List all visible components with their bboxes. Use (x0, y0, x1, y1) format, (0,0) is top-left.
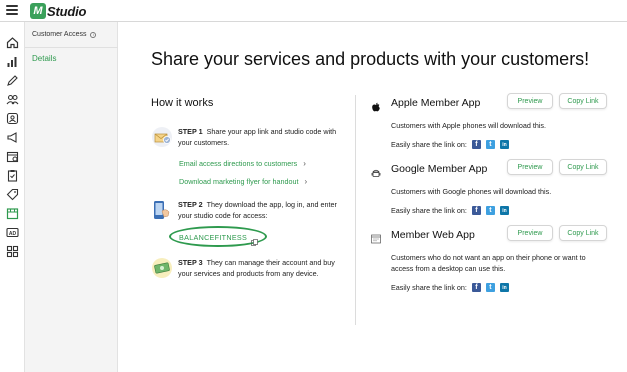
twitter-icon[interactable]: t (485, 140, 495, 149)
web-copy-link-button[interactable]: Copy Link (559, 225, 607, 241)
step-2-label: STEP 2 (178, 200, 203, 209)
step-1-text: STEP 1 Share your app link and studio cod… (178, 126, 346, 148)
logo[interactable]: M Studio (30, 3, 86, 19)
download-flyer-label: Download marketing flyer for handout (179, 177, 299, 186)
email-directions-link[interactable]: Email access directions to customers › (179, 159, 306, 168)
megaphone-icon[interactable] (6, 131, 19, 144)
step-3-text: STEP 3 They can manage their account and … (178, 257, 346, 279)
phone-download-icon (151, 199, 173, 221)
google-app-description: Customers with Google phones will downlo… (391, 187, 552, 196)
copy-code-icon[interactable] (251, 233, 258, 246)
icon-rail: AD (0, 22, 25, 372)
linkedin-icon[interactable]: in (499, 206, 509, 215)
step-3-label: STEP 3 (178, 258, 203, 267)
web-share-row: Easily share the link on: f t in (391, 283, 514, 292)
twitter-icon[interactable]: t (485, 206, 495, 215)
web-app-title: Member Web App (391, 229, 475, 241)
divider (25, 47, 118, 48)
store-icon[interactable] (6, 207, 19, 220)
apple-app-description: Customers with Apple phones will downloa… (391, 121, 547, 130)
logo-text: Studio (47, 3, 87, 19)
share-envelope-icon (151, 126, 173, 148)
ad-icon[interactable]: AD (6, 226, 19, 239)
google-share-row: Easily share the link on: f t in (391, 206, 514, 215)
tag-icon[interactable] (6, 188, 19, 201)
analytics-icon[interactable] (6, 55, 19, 68)
google-app-title: Google Member App (391, 163, 488, 175)
apps-icon[interactable] (6, 245, 19, 258)
email-directions-label: Email access directions to customers (179, 159, 298, 168)
linkedin-icon[interactable]: in (499, 140, 509, 149)
apple-icon (371, 99, 381, 112)
clients-icon[interactable] (6, 93, 19, 106)
subnav-item-details[interactable]: Details (32, 54, 56, 63)
web-app-description: Customers who do not want an app on thei… (391, 253, 586, 273)
google-preview-button[interactable]: Preview (507, 159, 553, 175)
web-preview-button[interactable]: Preview (507, 225, 553, 241)
google-copy-link-button[interactable]: Copy Link (559, 159, 607, 175)
chevron-right-icon: › (303, 159, 306, 168)
how-it-works-heading: How it works (151, 97, 214, 109)
svg-text:AD: AD (9, 231, 17, 237)
main-content: Share your services and products with yo… (118, 22, 627, 372)
page-title: Share your services and products with yo… (151, 49, 590, 69)
apple-preview-button[interactable]: Preview (507, 93, 553, 109)
apple-app-title: Apple Member App (391, 97, 481, 109)
subnav-title: Customer Access i (32, 31, 97, 38)
share-label: Easily share the link on: (391, 206, 467, 215)
chevron-right-icon: › (304, 177, 308, 186)
home-icon[interactable] (6, 36, 19, 49)
apple-share-row: Easily share the link on: f t in (391, 140, 514, 149)
share-label: Easily share the link on: (391, 140, 467, 149)
studio-code: BALANCEFITNESS (179, 233, 248, 242)
money-icon (151, 257, 173, 279)
apple-copy-link-button[interactable]: Copy Link (559, 93, 607, 109)
hamburger-menu-icon[interactable] (6, 5, 18, 16)
sub-sidebar: Customer Access i Details (25, 22, 118, 372)
step-2-text: STEP 2 They download the app, log in, and… (178, 199, 346, 221)
linkedin-icon[interactable]: in (499, 283, 509, 292)
android-icon (371, 165, 381, 177)
logo-mark: M (30, 3, 46, 19)
twitter-icon[interactable]: t (485, 283, 495, 292)
top-bar: M Studio (0, 0, 627, 22)
share-label: Easily share the link on: (391, 283, 467, 292)
facebook-icon[interactable]: f (471, 283, 481, 292)
calendar-icon[interactable] (6, 150, 19, 163)
facebook-icon[interactable]: f (471, 206, 481, 215)
subnav-title-text: Customer Access (32, 31, 87, 38)
info-icon[interactable]: i (90, 31, 97, 38)
clipboard-icon[interactable] (6, 169, 19, 182)
step-1-label: STEP 1 (178, 127, 203, 136)
download-flyer-link[interactable]: Download marketing flyer for handout › (179, 177, 307, 186)
column-divider (355, 95, 356, 325)
browser-icon (371, 231, 381, 244)
pencil-icon[interactable] (6, 74, 19, 87)
staff-icon[interactable] (6, 112, 19, 125)
facebook-icon[interactable]: f (471, 140, 481, 149)
